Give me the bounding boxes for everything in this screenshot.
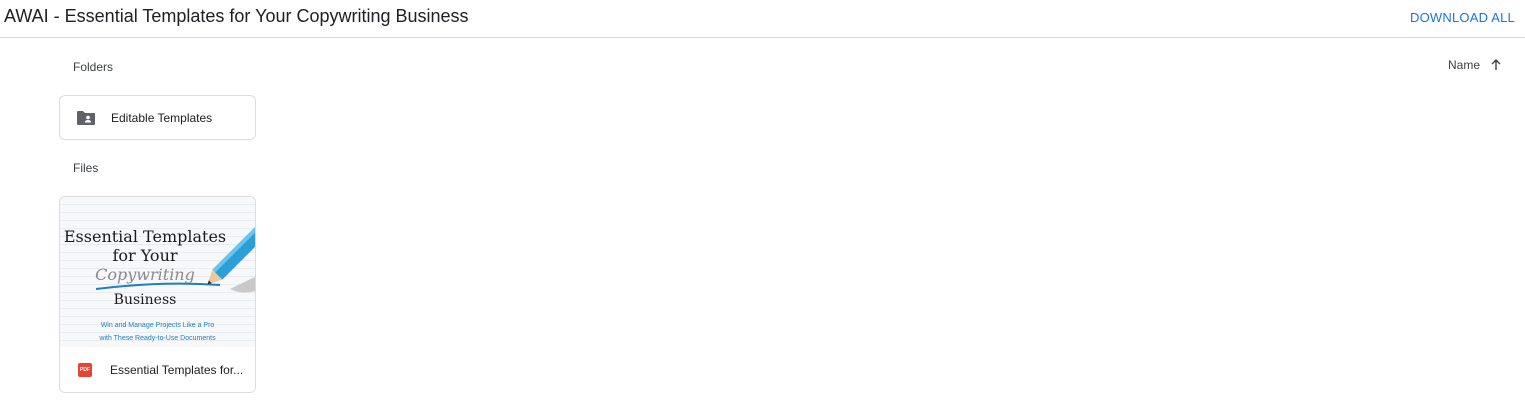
pdf-icon: PDF — [78, 362, 92, 377]
file-footer: PDF Essential Templates for... — [60, 347, 255, 392]
file-card-essential-templates[interactable]: Essential Templates for Your Copywriting… — [59, 196, 256, 393]
page-title: AWAI - Essential Templates for Your Copy… — [4, 6, 469, 26]
file-thumbnail: Essential Templates for Your Copywriting… — [60, 197, 255, 347]
download-all-button[interactable]: DOWNLOAD ALL — [1410, 10, 1515, 25]
sort-by-name-button[interactable]: Name — [1448, 58, 1502, 72]
thumbnail-subtitle-line: with These Ready-to-Use Documents — [99, 335, 216, 342]
sort-label: Name — [1447, 58, 1480, 72]
arrow-up-icon — [1490, 59, 1502, 71]
files-section-label: Files — [73, 161, 99, 175]
header-bar: AWAI - Essential Templates for Your Copy… — [0, 0, 1525, 38]
thumbnail-subtitle-line: Win and Manage Projects Like a Pro — [100, 322, 215, 329]
folder-label: Editable Templates — [111, 110, 213, 125]
shared-folder-icon — [76, 110, 96, 126]
folders-section-label: Folders — [73, 60, 114, 74]
file-name: Essential Templates for... — [110, 362, 244, 377]
folder-card-editable-templates[interactable]: Editable Templates — [59, 95, 256, 140]
